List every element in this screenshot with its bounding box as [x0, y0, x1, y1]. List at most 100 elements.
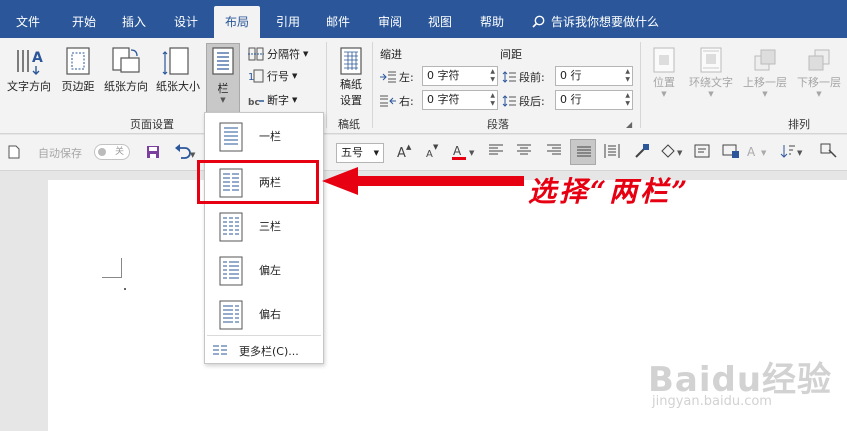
- one-column-icon: [219, 122, 243, 152]
- font-size-value: 五号: [341, 146, 363, 159]
- columns-button[interactable]: 栏 ▼: [206, 46, 240, 104]
- svg-text:A: A: [397, 146, 406, 159]
- text-box-icon[interactable]: [694, 143, 710, 162]
- screenshot-icon[interactable]: [722, 143, 740, 162]
- baidu-watermark: Baidu经验 jingyan.baidu.com: [648, 352, 832, 409]
- save-icon[interactable]: [146, 145, 160, 162]
- shape-fill-icon[interactable]: ▼: [660, 143, 686, 162]
- text-direction-button[interactable]: A 文字方向: [4, 44, 54, 94]
- menu-item-one-column[interactable]: 一栏: [205, 115, 323, 157]
- tab-file[interactable]: 文件: [6, 6, 50, 38]
- sort-icon[interactable]: ▼: [780, 143, 806, 162]
- spacing-after-input[interactable]: 0 行 ▲ ▼: [555, 90, 633, 110]
- position-button[interactable]: 位置 ▼: [644, 46, 684, 98]
- wrap-text-button[interactable]: 环绕文字 ▼: [684, 46, 738, 98]
- group-label-manuscript: 稿纸: [338, 118, 360, 131]
- group-label-arrange: 排列: [788, 118, 810, 131]
- right-column-icon: [219, 300, 243, 330]
- chevron-down-icon: ▼: [303, 50, 309, 58]
- paper-size-icon: [162, 47, 189, 75]
- svg-text:▼: ▼: [433, 143, 439, 151]
- tab-references[interactable]: 引用: [266, 6, 310, 38]
- svg-text:1: 1: [248, 72, 254, 83]
- tab-help[interactable]: 帮助: [470, 6, 514, 38]
- margins-button[interactable]: 页边距: [56, 44, 100, 94]
- tab-layout[interactable]: 布局: [214, 6, 260, 38]
- tab-home[interactable]: 开始: [62, 6, 106, 38]
- menu-item-more-columns[interactable]: 更多栏(C)...: [205, 339, 323, 361]
- spacing-before-input[interactable]: 0 行 ▲ ▼: [555, 66, 633, 86]
- size-button[interactable]: 纸张大小: [152, 44, 204, 94]
- align-left-icon[interactable]: [488, 143, 504, 160]
- manuscript-settings-button[interactable]: 稿纸 设置: [334, 46, 368, 108]
- orientation-icon: [112, 47, 140, 73]
- menu-item-label: 三栏: [259, 220, 281, 233]
- line-numbers-button[interactable]: 1 行号 ▼: [248, 68, 297, 84]
- spin-arrows-icon[interactable]: ▲ ▼: [625, 68, 630, 84]
- group-separator: [326, 42, 327, 128]
- chevron-down-icon: ▼: [762, 90, 768, 98]
- manuscript-label-line2: 设置: [340, 94, 362, 107]
- text-direction-label: 文字方向: [7, 80, 51, 93]
- tab-review[interactable]: 审阅: [368, 6, 412, 38]
- menu-item-three-columns[interactable]: 三栏: [205, 205, 323, 247]
- wrap-text-label: 环绕文字: [689, 76, 733, 89]
- dialog-launcher-icon[interactable]: ◢: [626, 120, 632, 129]
- svg-text:▼: ▼: [797, 149, 803, 157]
- group-label-page-setup: 页面设置: [130, 118, 174, 131]
- indent-right-input[interactable]: 0 字符 ▲ ▼: [422, 90, 498, 110]
- distributed-icon[interactable]: [604, 143, 620, 162]
- svg-text:A: A: [32, 50, 43, 66]
- spin-arrows-icon[interactable]: ▲ ▼: [625, 92, 630, 108]
- orientation-button[interactable]: 纸张方向: [100, 44, 152, 94]
- spacing-before-value: 0 行: [560, 69, 582, 82]
- chevron-down-icon: ▼: [373, 149, 379, 157]
- columns-label: 栏: [217, 82, 229, 95]
- indent-left-input[interactable]: 0 字符 ▲ ▼: [422, 66, 498, 86]
- autosave-toggle-text: 关: [115, 147, 125, 157]
- send-backward-button[interactable]: 下移一层 ▼: [792, 46, 846, 98]
- spacing-before-row: 段前:: [502, 69, 545, 85]
- grow-font-icon[interactable]: A ▲: [396, 143, 412, 162]
- text-effects-icon[interactable]: A ▼: [746, 143, 772, 162]
- bring-forward-button[interactable]: 上移一层 ▼: [738, 46, 792, 98]
- tab-insert[interactable]: 插入: [112, 6, 156, 38]
- spin-arrows-icon[interactable]: ▲ ▼: [490, 68, 495, 84]
- indent-left-label: 左:: [399, 71, 414, 84]
- chevron-down-icon: ▼: [292, 72, 298, 80]
- tab-mailings[interactable]: 邮件: [316, 6, 360, 38]
- tell-me-search[interactable]: 告诉我你想要做什么: [532, 6, 659, 38]
- wrap-text-icon: [700, 47, 722, 73]
- tab-view[interactable]: 视图: [418, 6, 462, 38]
- new-document-icon[interactable]: [8, 145, 20, 162]
- selection-pane-icon[interactable]: [820, 143, 838, 162]
- highlight-box: [197, 160, 319, 204]
- spacing-before-label: 段前:: [519, 71, 545, 84]
- group-label-paragraph: 段落: [487, 118, 509, 131]
- indent-right-label: 右:: [399, 95, 414, 108]
- send-backward-icon: [808, 49, 830, 71]
- manuscript-label-line1: 稿纸: [340, 78, 362, 91]
- menu-item-left[interactable]: 偏左: [205, 249, 323, 291]
- breaks-button[interactable]: 分隔符 ▼: [248, 46, 308, 62]
- chevron-down-icon: ▼: [220, 96, 226, 104]
- menu-item-label: 一栏: [259, 130, 281, 143]
- align-right-icon[interactable]: [546, 143, 562, 160]
- more-columns-label: 更多栏(C)...: [239, 345, 299, 358]
- group-separator: [372, 42, 373, 128]
- margins-label: 页边距: [61, 80, 95, 93]
- align-center-icon[interactable]: [516, 143, 532, 160]
- bring-forward-label: 上移一层: [743, 76, 787, 89]
- format-painter-icon[interactable]: [634, 143, 650, 162]
- font-size-select[interactable]: 五号 ▼: [336, 143, 384, 163]
- spin-arrows-icon[interactable]: ▲ ▼: [490, 92, 495, 108]
- annotation-text: 选择“两栏”: [528, 175, 691, 208]
- font-color-icon[interactable]: A ▼: [452, 143, 478, 164]
- shrink-font-icon[interactable]: A ▼: [424, 143, 440, 162]
- tab-design[interactable]: 设计: [162, 6, 210, 38]
- justify-icon[interactable]: [570, 139, 596, 165]
- hyphenation-button[interactable]: bc 断字 ▼: [248, 92, 297, 108]
- menu-item-right[interactable]: 偏右: [205, 293, 323, 335]
- autosave-toggle[interactable]: 关: [94, 144, 130, 160]
- undo-icon[interactable]: ▼: [174, 144, 196, 163]
